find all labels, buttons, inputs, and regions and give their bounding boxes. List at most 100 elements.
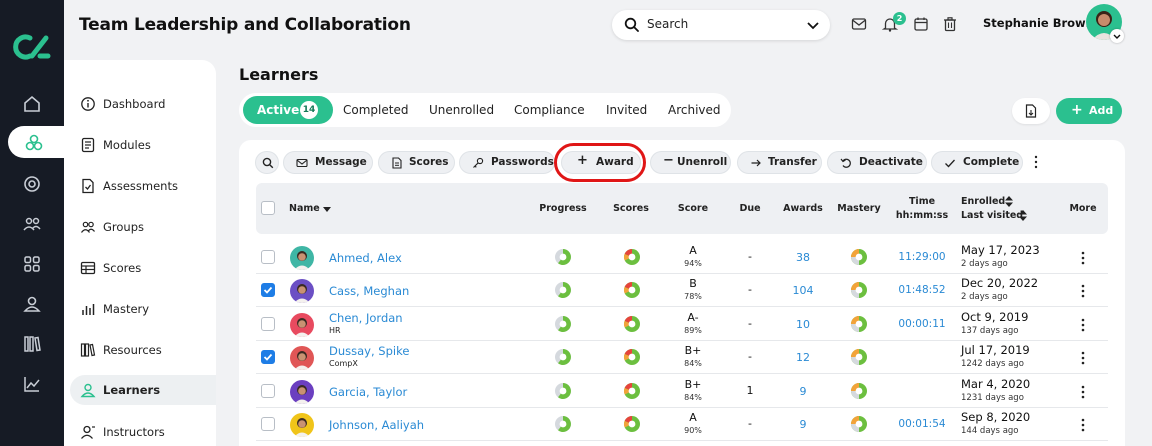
column-last-visited[interactable]: Last visited <box>961 210 1023 221</box>
sort-updown-icon[interactable] <box>1019 210 1027 221</box>
sidebar-item-assessments[interactable]: Assessments <box>79 171 216 201</box>
sort-down-icon[interactable] <box>323 207 331 212</box>
row-checkbox[interactable] <box>261 283 275 297</box>
passwords-button[interactable]: Passwords <box>459 151 555 174</box>
sidebar-item-scores[interactable]: Scores <box>79 253 216 283</box>
export-button[interactable] <box>1012 98 1050 124</box>
table-row[interactable]: Ahmed, Alex A 94% - 38 11:29:00 May 17, 2023 2 … <box>256 241 1108 274</box>
modules-icon[interactable] <box>24 133 44 153</box>
row-checkbox[interactable] <box>261 350 275 364</box>
mastery-pie[interactable] <box>850 315 868 333</box>
sidebar-item-learners[interactable]: Learners <box>70 375 216 405</box>
user-menu-chevron-icon[interactable] <box>1110 29 1124 43</box>
user-icon[interactable] <box>22 294 42 314</box>
learner-name-link[interactable]: Cass, Meghan <box>329 284 409 298</box>
tab-active[interactable]: Active 14 <box>243 96 333 124</box>
column-name[interactable]: Name <box>289 203 320 214</box>
transfer-button[interactable]: Transfer <box>737 151 822 174</box>
mastery-pie[interactable] <box>850 281 868 299</box>
row-more-kebab-icon[interactable] <box>1080 385 1086 399</box>
select-all-checkbox[interactable] <box>261 201 275 215</box>
unenroll-button[interactable]: − Unenroll <box>650 151 731 174</box>
table-row[interactable]: Dussay, Spike CompX B+ 84% - 12 Jul 17, 2019 12… <box>256 341 1108 374</box>
scores-pie[interactable] <box>623 248 641 266</box>
global-search[interactable]: Search <box>612 10 830 40</box>
awards-link[interactable]: 104 <box>789 284 817 297</box>
brand-logo[interactable] <box>10 30 54 62</box>
row-checkbox[interactable] <box>261 417 275 431</box>
scores-button[interactable]: Scores <box>378 151 455 174</box>
awards-link[interactable]: 12 <box>789 351 817 364</box>
trash-icon[interactable] <box>942 16 958 32</box>
scores-pie[interactable] <box>623 281 641 299</box>
grid-icon[interactable] <box>22 254 42 274</box>
mail-icon[interactable] <box>851 16 867 32</box>
table-row[interactable]: Cass, Meghan B 78% - 104 01:48:52 Dec 20, 2022… <box>256 274 1108 307</box>
tab-unenrolled[interactable]: Unenrolled <box>429 103 494 117</box>
deactivate-button[interactable]: Deactivate <box>827 151 927 174</box>
more-actions-kebab-icon[interactable] <box>1033 155 1039 169</box>
time-link[interactable]: 00:00:11 <box>896 318 948 330</box>
table-row[interactable]: Chen, Jordan HR A- 89% - 10 00:00:11 Oct 9, 201… <box>256 308 1108 341</box>
row-checkbox[interactable] <box>261 250 275 264</box>
learner-name-link[interactable]: Chen, Jordan <box>329 311 403 325</box>
mastery-pie[interactable] <box>850 348 868 366</box>
sidebar-item-dashboard[interactable]: Dashboard <box>79 89 216 119</box>
row-more-kebab-icon[interactable] <box>1080 284 1086 298</box>
sidebar-item-groups[interactable]: Groups <box>79 212 216 242</box>
user-name[interactable]: Stephanie Brown <box>983 16 1094 30</box>
row-more-kebab-icon[interactable] <box>1080 251 1086 265</box>
mastery-pie[interactable] <box>850 248 868 266</box>
tab-archived[interactable]: Archived <box>668 103 721 117</box>
message-button[interactable]: Message <box>283 151 373 174</box>
table-row[interactable]: Johnson, Aaliyah A 90% - 9 00:01:54 Sep 8, 202… <box>256 408 1108 441</box>
learner-name-link[interactable]: Ahmed, Alex <box>329 251 402 265</box>
tab-invited[interactable]: Invited <box>606 103 647 117</box>
progress-pie[interactable] <box>554 382 572 400</box>
chevron-down-icon[interactable] <box>806 18 820 32</box>
progress-pie[interactable] <box>554 248 572 266</box>
sidebar-item-resources[interactable]: Resources <box>79 335 216 365</box>
scores-pie[interactable] <box>623 348 641 366</box>
sort-updown-icon[interactable] <box>1005 196 1013 207</box>
sidebar-item-instructors[interactable]: Instructors <box>79 417 216 446</box>
search-input[interactable]: Search <box>647 17 688 31</box>
complete-button[interactable]: Complete <box>931 151 1023 174</box>
scores-pie[interactable] <box>623 382 641 400</box>
scores-pie[interactable] <box>623 315 641 333</box>
row-more-kebab-icon[interactable] <box>1080 351 1086 365</box>
table-search-button[interactable] <box>255 151 279 174</box>
learner-name-link[interactable]: Johnson, Aaliyah <box>329 418 424 432</box>
target-icon[interactable] <box>22 174 42 194</box>
chart-icon[interactable] <box>22 374 42 394</box>
time-link[interactable]: 11:29:00 <box>896 251 948 263</box>
calendar-icon[interactable] <box>913 16 929 32</box>
learner-name-link[interactable]: Dussay, Spike <box>329 344 409 358</box>
progress-pie[interactable] <box>554 348 572 366</box>
add-learner-button[interactable]: + Add <box>1056 98 1122 124</box>
learner-name-link[interactable]: Garcia, Taylor <box>329 385 407 399</box>
time-link[interactable]: 00:01:54 <box>896 418 948 430</box>
row-more-kebab-icon[interactable] <box>1080 418 1086 432</box>
row-checkbox[interactable] <box>261 317 275 331</box>
table-row[interactable]: Garcia, Taylor B+ 84% 1 9 Mar 4, 2020 1231 day… <box>256 375 1108 408</box>
mastery-pie[interactable] <box>850 415 868 433</box>
time-link[interactable]: 01:48:52 <box>896 284 948 296</box>
progress-pie[interactable] <box>554 415 572 433</box>
awards-link[interactable]: 9 <box>789 385 817 398</box>
tab-completed[interactable]: Completed <box>343 103 408 117</box>
awards-link[interactable]: 10 <box>789 318 817 331</box>
awards-link[interactable]: 38 <box>789 251 817 264</box>
mastery-pie[interactable] <box>850 382 868 400</box>
row-more-kebab-icon[interactable] <box>1080 318 1086 332</box>
library-icon[interactable] <box>22 334 42 354</box>
row-checkbox[interactable] <box>261 384 275 398</box>
awards-link[interactable]: 9 <box>789 418 817 431</box>
progress-pie[interactable] <box>554 281 572 299</box>
progress-pie[interactable] <box>554 315 572 333</box>
scores-pie[interactable] <box>623 415 641 433</box>
column-enrolled[interactable]: Enrolled <box>961 196 1005 207</box>
home-icon[interactable] <box>22 94 42 114</box>
tab-compliance[interactable]: Compliance <box>514 103 585 117</box>
sidebar-item-mastery[interactable]: Mastery <box>79 294 216 324</box>
